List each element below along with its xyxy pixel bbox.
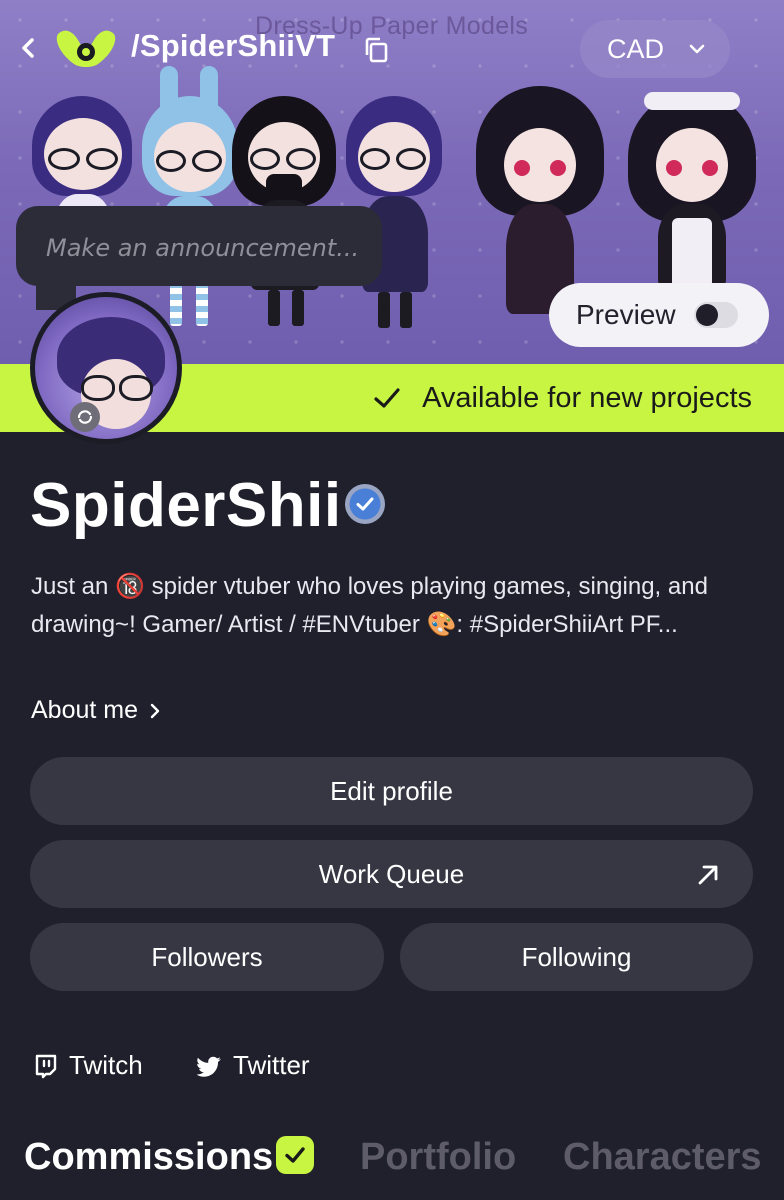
edit-profile-label: Edit profile [330, 775, 453, 806]
social-link-twitter[interactable]: Twitter [197, 1050, 310, 1081]
chevron-right-icon [150, 703, 160, 718]
toggle-knob [695, 304, 718, 326]
preview-toggle-pill[interactable]: Preview [549, 283, 769, 347]
profile-handle: /SpiderShiiVT [131, 28, 336, 63]
edit-avatar-icon[interactable] [69, 401, 101, 433]
banner-figure [622, 78, 762, 288]
announcement-input[interactable] [46, 234, 366, 262]
twitter-icon [197, 1056, 221, 1077]
chevron-down-icon [689, 44, 705, 54]
chevron-left-icon [22, 38, 34, 58]
profile-name: SpiderShii [30, 471, 342, 540]
currency-value: CAD [607, 33, 665, 64]
twitch-label: Twitch [69, 1050, 143, 1080]
tab-commissions[interactable]: Commissions [24, 1136, 273, 1179]
profile-tabs: Commissions Portfolio Characters [0, 1132, 784, 1200]
top-bar: /SpiderShiiVT CAD [0, 0, 784, 100]
preview-label: Preview [576, 299, 676, 330]
profile-bio: Just an 🔞 spider vtuber who loves playin… [31, 573, 708, 638]
tab-portfolio[interactable]: Portfolio [360, 1136, 516, 1179]
copy-icon[interactable] [364, 36, 390, 64]
twitter-label: Twitter [233, 1050, 310, 1080]
preview-toggle[interactable] [693, 302, 738, 328]
followers-label: Followers [151, 941, 263, 972]
following-button[interactable]: Following [400, 923, 753, 991]
about-me-link[interactable]: About me [31, 696, 162, 725]
banner-figure [140, 66, 240, 331]
external-link-arrow-icon [698, 865, 718, 885]
edit-profile-button[interactable]: Edit profile [30, 757, 753, 825]
twitch-icon [35, 1054, 57, 1078]
commissions-check-badge [276, 1136, 314, 1174]
avatar[interactable] [30, 292, 182, 444]
check-icon [374, 388, 400, 408]
availability-text: Available for new projects [422, 381, 752, 414]
verified-badge-icon [345, 484, 385, 524]
work-queue-button[interactable]: Work Queue [30, 840, 753, 908]
work-queue-label: Work Queue [318, 858, 465, 889]
about-me-label: About me [31, 696, 139, 724]
following-label: Following [521, 941, 632, 972]
brand-logo-icon[interactable] [52, 24, 120, 74]
tab-characters[interactable]: Characters [563, 1136, 762, 1179]
currency-select[interactable]: CAD [580, 20, 730, 78]
followers-button[interactable]: Followers [30, 923, 384, 991]
social-link-twitch[interactable]: Twitch [33, 1050, 143, 1081]
back-button[interactable] [14, 32, 42, 64]
announcement-box[interactable] [16, 206, 382, 286]
check-icon [285, 1147, 305, 1163]
